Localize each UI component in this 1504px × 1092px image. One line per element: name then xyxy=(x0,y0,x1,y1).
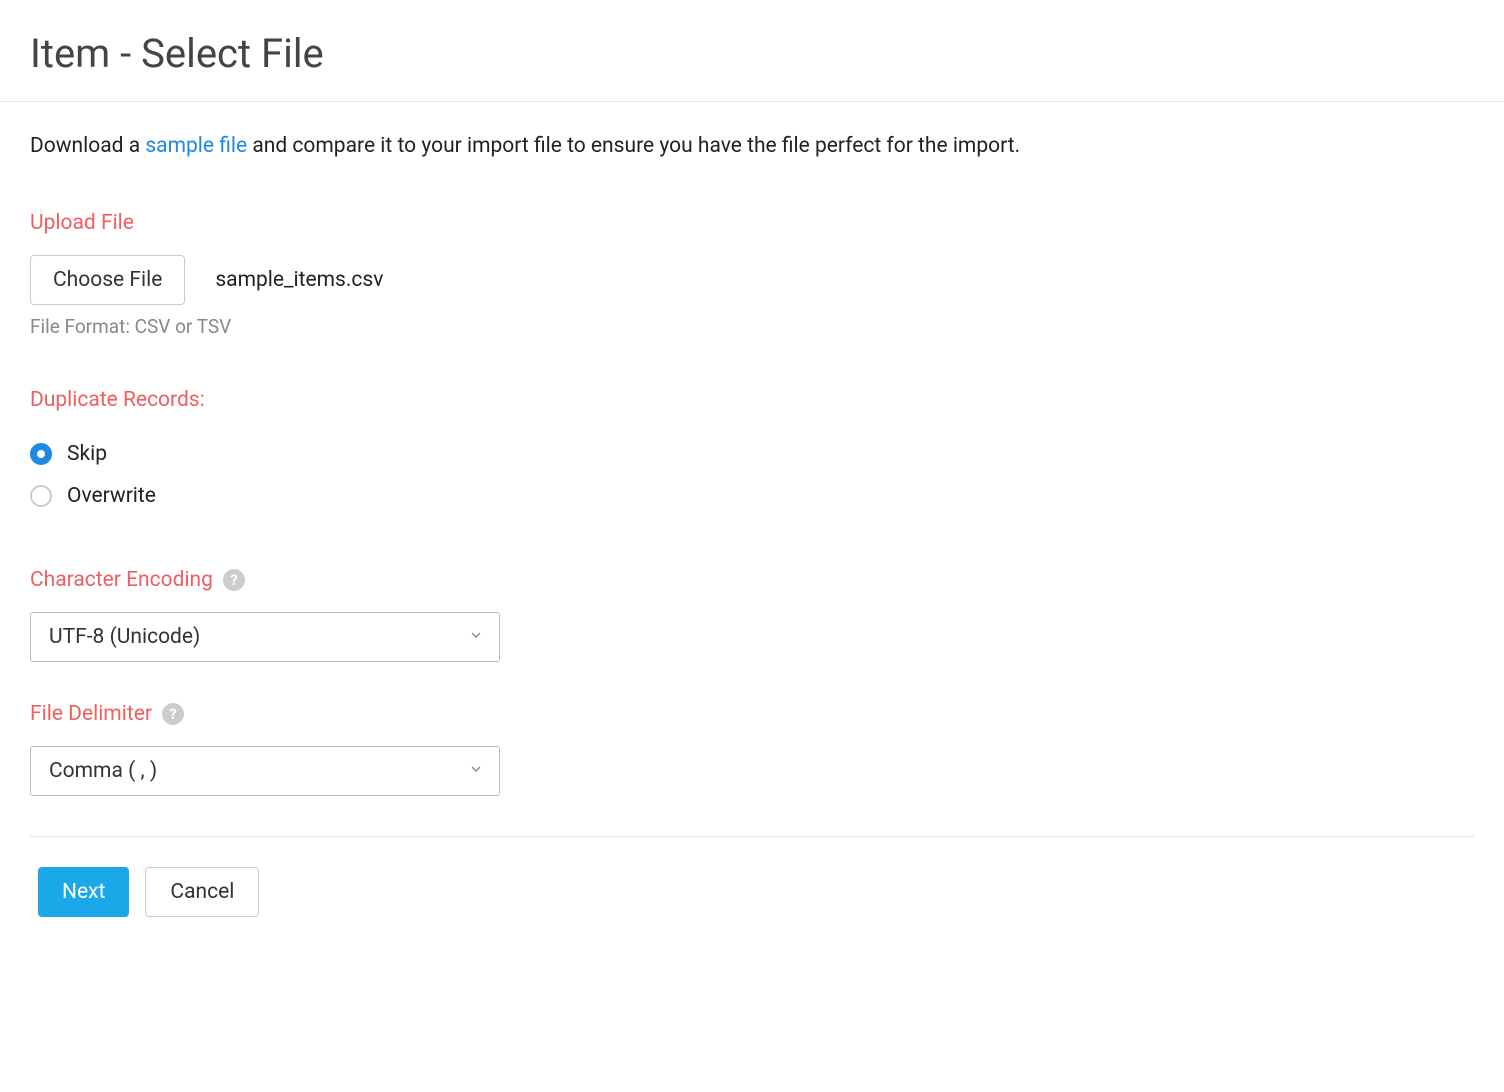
radio-overwrite[interactable]: Overwrite xyxy=(30,484,1474,508)
file-format-hint: File Format: CSV or TSV xyxy=(30,315,1474,338)
intro-text: Download a sample file and compare it to… xyxy=(30,132,1474,161)
sample-file-link[interactable]: sample file xyxy=(145,134,247,158)
radio-overwrite-label: Overwrite xyxy=(67,484,156,508)
file-delimiter-label: File Delimiter ? xyxy=(30,702,1474,726)
intro-prefix: Download a xyxy=(30,134,145,158)
file-delimiter-label-text: File Delimiter xyxy=(30,702,152,726)
file-delimiter-value: Comma ( , ) xyxy=(49,759,157,783)
duplicate-radio-group: Skip Overwrite xyxy=(30,442,1474,508)
page-title: Item - Select File xyxy=(0,0,1504,101)
radio-skip[interactable]: Skip xyxy=(30,442,1474,466)
next-button[interactable]: Next xyxy=(38,867,129,917)
choose-file-button[interactable]: Choose File xyxy=(30,255,185,305)
character-encoding-label: Character Encoding ? xyxy=(30,568,1474,592)
help-icon[interactable]: ? xyxy=(223,569,245,591)
radio-overwrite-indicator xyxy=(30,485,52,507)
radio-skip-indicator xyxy=(30,443,52,465)
cancel-button[interactable]: Cancel xyxy=(145,867,259,917)
duplicate-records-label: Duplicate Records: xyxy=(30,388,1474,412)
character-encoding-value: UTF-8 (Unicode) xyxy=(49,625,200,649)
character-encoding-select[interactable]: UTF-8 (Unicode) xyxy=(30,612,500,662)
file-delimiter-select[interactable]: Comma ( , ) xyxy=(30,746,500,796)
character-encoding-label-text: Character Encoding xyxy=(30,568,213,592)
intro-suffix: and compare it to your import file to en… xyxy=(247,134,1020,158)
action-buttons: Next Cancel xyxy=(0,837,1504,947)
selected-filename: sample_items.csv xyxy=(215,268,383,292)
upload-file-label: Upload File xyxy=(30,211,1474,235)
help-icon[interactable]: ? xyxy=(162,703,184,725)
radio-skip-label: Skip xyxy=(67,442,107,466)
